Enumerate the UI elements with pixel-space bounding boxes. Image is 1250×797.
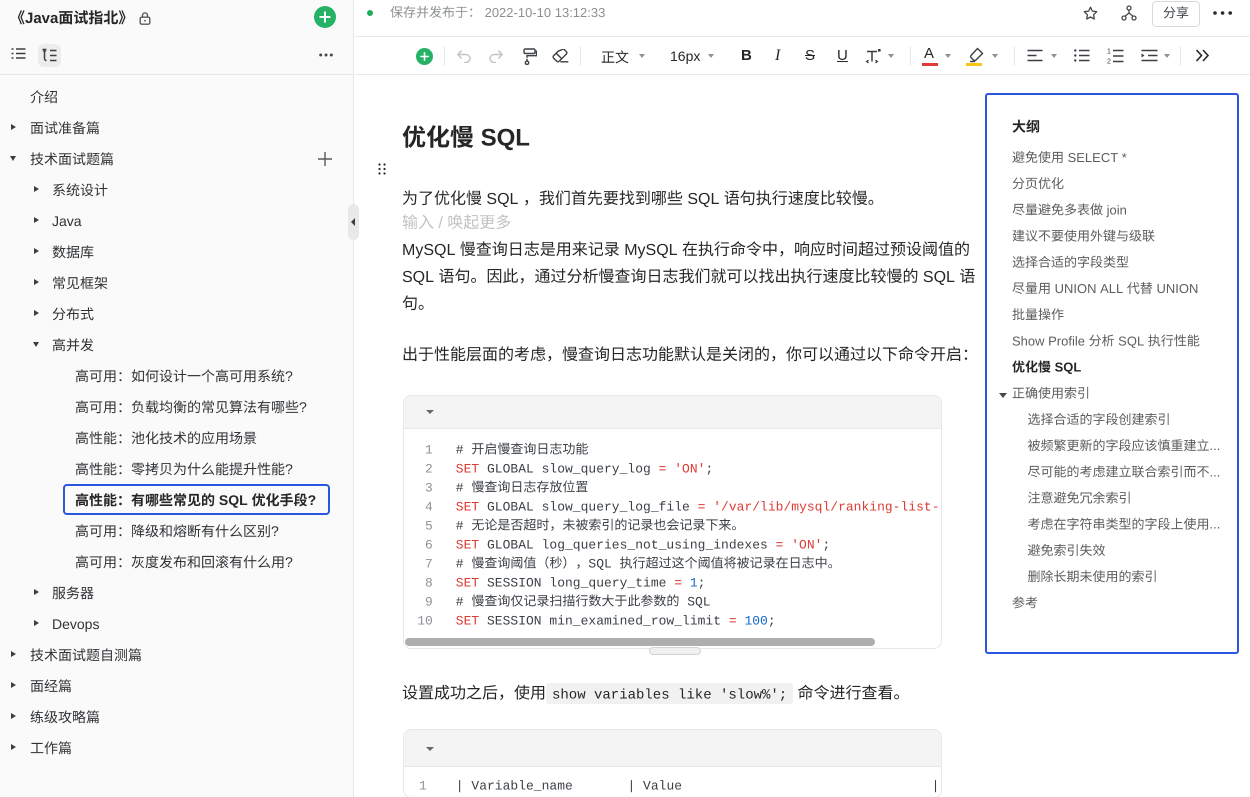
svg-text:#: # (456, 595, 464, 610)
svg-text:?: ? (299, 399, 307, 415)
svg-text:'ON': 'ON' (791, 538, 822, 553)
svg-text:4: 4 (425, 500, 433, 515)
svg-text:min_examined_row_limit: min_examined_row_limit (549, 614, 721, 629)
svg-text:...: ... (1210, 438, 1221, 453)
svg-text:long_query_time: long_query_time (549, 576, 666, 591)
svg-text:SELECT: SELECT (1068, 150, 1119, 165)
svg-text:SQL: SQL (481, 124, 530, 151)
svg-text:1: 1 (425, 443, 433, 458)
svg-text:;: ; (768, 614, 776, 629)
svg-text:SESSION: SESSION (487, 614, 542, 629)
svg-text:10: 10 (417, 614, 433, 629)
svg-text:ALL: ALL (1100, 281, 1123, 296)
svg-text:SET: SET (456, 500, 479, 515)
svg-text:slow_query_log: slow_query_log (542, 462, 651, 477)
svg-text:=: = (729, 614, 737, 629)
svg-text:SQL: SQL (588, 557, 611, 572)
svg-text:GLOBAL: GLOBAL (487, 538, 534, 553)
svg-text:#: # (456, 443, 464, 458)
svg-text:SQL: SQL (219, 492, 248, 508)
svg-text:'slow%';: 'slow%'; (720, 687, 787, 703)
svg-text:Profile: Profile (1048, 334, 1085, 349)
svg-text:1: 1 (690, 576, 698, 591)
svg-text:1: 1 (419, 779, 427, 794)
svg-text:#: # (456, 557, 464, 572)
svg-text:2022-10-10: 2022-10-10 (485, 5, 551, 20)
svg-text:SQL: SQL (687, 189, 719, 207)
svg-text:13:12:33: 13:12:33 (555, 5, 606, 20)
svg-text:=: = (674, 576, 682, 591)
svg-text:6: 6 (425, 538, 433, 553)
svg-text:Value: Value (643, 779, 682, 794)
svg-text:=: = (776, 538, 784, 553)
svg-text:|: | (932, 779, 940, 794)
svg-text:...: ... (1210, 517, 1221, 532)
svg-text:UNION: UNION (1055, 281, 1097, 296)
svg-text:MySQL: MySQL (624, 240, 677, 258)
svg-text:MySQL: MySQL (402, 240, 455, 258)
svg-text:SQL: SQL (486, 189, 518, 207)
svg-text:GLOBAL: GLOBAL (487, 500, 534, 515)
svg-text:slow_query_log_file: slow_query_log_file (542, 500, 690, 515)
svg-text:show: show (552, 687, 586, 703)
svg-text:/: / (438, 213, 442, 231)
svg-text:#: # (456, 519, 464, 534)
svg-text:SET: SET (456, 462, 479, 477)
svg-text:8: 8 (425, 576, 433, 591)
svg-text:|: | (456, 779, 464, 794)
svg-text:join: join (1106, 203, 1127, 218)
svg-text:2: 2 (425, 462, 433, 477)
svg-text:9: 9 (425, 595, 433, 610)
svg-text:5: 5 (425, 519, 433, 534)
svg-text:Devops: Devops (52, 616, 99, 632)
svg-text:*: * (1122, 150, 1127, 165)
svg-text:=: = (698, 500, 706, 515)
svg-text:variables: variables (594, 687, 670, 703)
svg-text:;: ; (705, 462, 713, 477)
svg-text:SQL: SQL (1118, 334, 1144, 349)
svg-text:?: ? (285, 461, 293, 477)
svg-text:#: # (456, 481, 464, 496)
svg-text:?: ? (308, 492, 317, 508)
svg-text:SQL: SQL (1055, 360, 1082, 375)
svg-text:?: ? (271, 523, 279, 539)
svg-text:...: ... (1210, 465, 1221, 480)
svg-text:GLOBAL: GLOBAL (487, 462, 534, 477)
svg-text:?: ? (285, 554, 293, 570)
svg-text:|: | (627, 779, 635, 794)
svg-text:Show: Show (1012, 334, 1045, 349)
svg-text:Java: Java (52, 213, 82, 229)
svg-text:;: ; (698, 576, 706, 591)
svg-text:SQL: SQL (923, 267, 955, 285)
svg-text:SQL: SQL (687, 595, 710, 610)
svg-text:UNION: UNION (1156, 281, 1198, 296)
svg-text:'ON': 'ON' (674, 462, 705, 477)
svg-text:;: ; (822, 538, 830, 553)
svg-text:log_queries_not_using_indexes: log_queries_not_using_indexes (542, 538, 768, 553)
svg-text:?: ? (285, 368, 293, 384)
svg-text:SET: SET (456, 614, 479, 629)
svg-text:100: 100 (744, 614, 767, 629)
svg-text:'/var/lib/mysql/ranking-list-s: '/var/lib/mysql/ranking-list-sl (713, 500, 955, 515)
svg-text:Java: Java (25, 9, 58, 26)
svg-text:SET: SET (456, 538, 479, 553)
svg-text:like: like (678, 687, 712, 703)
svg-text:SET: SET (456, 576, 479, 591)
svg-text:Variable_name: Variable_name (471, 779, 572, 794)
svg-text:=: = (659, 462, 667, 477)
svg-text:3: 3 (425, 481, 433, 496)
svg-text:7: 7 (425, 557, 433, 572)
svg-text:SQL: SQL (402, 267, 434, 285)
svg-text:SESSION: SESSION (487, 576, 542, 591)
